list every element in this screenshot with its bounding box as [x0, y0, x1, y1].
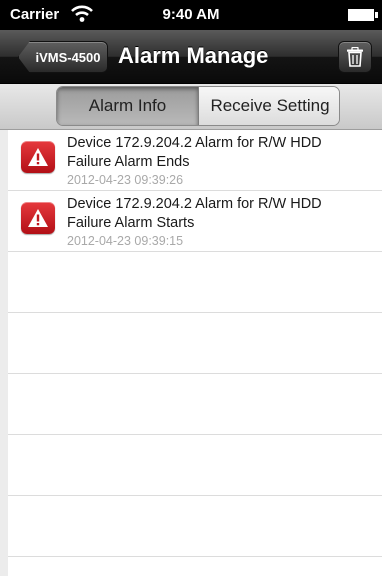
warning-icon	[21, 202, 55, 234]
segmented-control: Alarm Info Receive Setting	[56, 86, 340, 126]
status-time: 9:40 AM	[162, 6, 220, 23]
segment-bar: Alarm Info Receive Setting	[0, 84, 382, 130]
alarm-timestamp: 2012-04-23 09:39:26	[67, 173, 184, 187]
tab-receive-setting[interactable]: Receive Setting	[199, 87, 339, 125]
page-title: Alarm Manage	[118, 43, 269, 68]
alarm-title-line1: Device 172.9.204.2 Alarm for R/W HDD	[67, 196, 322, 212]
navigation-bar: iVMS-4500 Alarm Manage	[0, 30, 382, 84]
tab-alarm-info[interactable]: Alarm Info	[57, 87, 199, 125]
status-bar: Carrier 9:40 AM	[0, 0, 382, 30]
list-item[interactable]: Device 172.9.204.2 Alarm for R/W HDD Fai…	[8, 191, 382, 252]
alarm-title-line2: Failure Alarm Starts	[67, 215, 195, 231]
battery-icon	[348, 9, 374, 21]
warning-icon	[21, 141, 55, 173]
delete-button[interactable]	[338, 41, 372, 73]
back-button[interactable]: iVMS-4500	[18, 41, 108, 73]
battery-tip-icon	[375, 12, 378, 18]
alarm-timestamp: 2012-04-23 09:39:15	[67, 234, 184, 248]
alarm-title-line1: Device 172.9.204.2 Alarm for R/W HDD	[67, 135, 322, 151]
trash-icon	[347, 47, 363, 67]
alarm-list: Device 172.9.204.2 Alarm for R/W HDD Fai…	[0, 130, 382, 576]
list-item[interactable]: Device 172.9.204.2 Alarm for R/W HDD Fai…	[8, 130, 382, 191]
alarm-title-line2: Failure Alarm Ends	[67, 154, 190, 170]
